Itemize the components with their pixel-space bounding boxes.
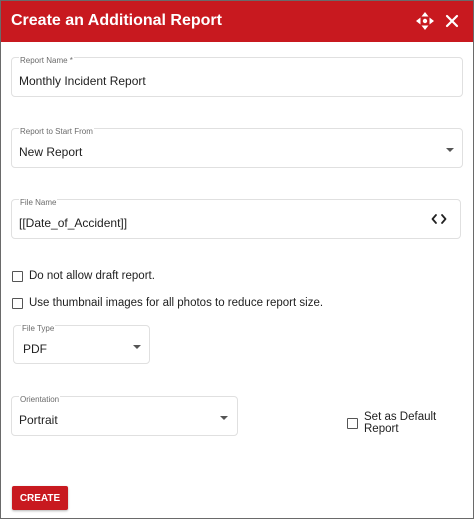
create-report-dialog: Create an Additional Report Report Name … xyxy=(0,0,474,519)
close-icon[interactable] xyxy=(442,11,462,31)
report-name-field[interactable]: Report Name * Monthly Incident Report xyxy=(11,56,463,97)
report-start-select[interactable]: Report to Start From New Report xyxy=(11,127,463,168)
move-arrows-icon[interactable] xyxy=(415,11,435,31)
file-type-value: PDF xyxy=(23,342,47,356)
orientation-select[interactable]: Orientation Portrait xyxy=(11,395,238,436)
default-report-checkbox-row[interactable]: Set as Default Report xyxy=(347,411,473,435)
dialog-header: Create an Additional Report xyxy=(1,1,473,42)
file-name-label: File Name xyxy=(19,198,58,207)
report-name-value[interactable]: Monthly Incident Report xyxy=(19,74,146,88)
chevron-down-icon[interactable] xyxy=(220,416,228,420)
report-start-value: New Report xyxy=(19,145,83,159)
dialog-title: Create an Additional Report xyxy=(11,12,222,29)
no-draft-checkbox[interactable] xyxy=(12,270,23,282)
thumbnails-checkbox[interactable] xyxy=(12,297,23,309)
report-start-label: Report to Start From xyxy=(19,127,94,136)
file-name-value[interactable]: [[Date_of_Accident]] xyxy=(19,216,127,230)
thumbnails-checkbox-row[interactable]: Use thumbnail images for all photos to r… xyxy=(12,296,323,310)
no-draft-label: Do not allow draft report. xyxy=(29,270,155,282)
chevron-down-icon[interactable] xyxy=(446,148,454,152)
default-report-checkbox[interactable] xyxy=(347,417,358,429)
file-name-field[interactable]: File Name [[Date_of_Accident]] xyxy=(11,198,461,239)
file-type-label: File Type xyxy=(21,324,56,333)
report-name-label: Report Name * xyxy=(19,56,74,65)
orientation-value: Portrait xyxy=(19,413,58,427)
code-brackets-icon[interactable] xyxy=(431,212,447,226)
create-button[interactable]: CREATE xyxy=(12,486,68,510)
thumbnails-label: Use thumbnail images for all photos to r… xyxy=(29,297,324,309)
orientation-label: Orientation xyxy=(19,395,61,404)
default-report-label: Set as Default Report xyxy=(364,411,437,435)
no-draft-checkbox-row[interactable]: Do not allow draft report. xyxy=(12,269,155,283)
file-type-select[interactable]: File Type PDF xyxy=(13,324,150,364)
chevron-down-icon[interactable] xyxy=(133,345,141,349)
